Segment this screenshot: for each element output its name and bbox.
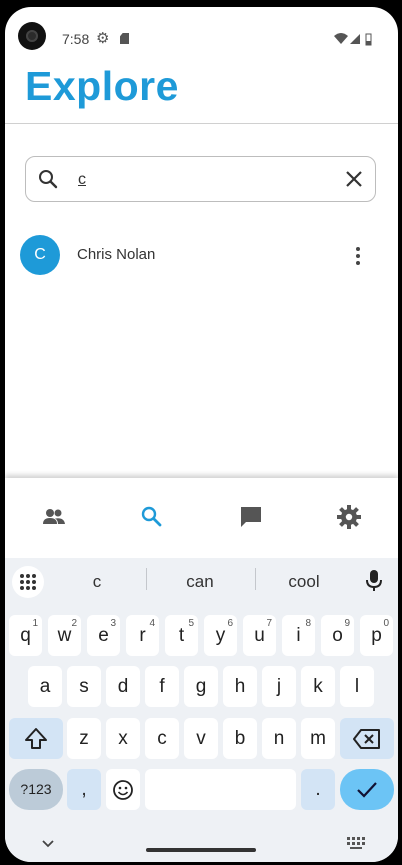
key-z[interactable]: z — [67, 718, 101, 759]
home-handle[interactable] — [146, 848, 256, 852]
key-e[interactable]: 3e — [87, 615, 120, 656]
sd-card-icon — [120, 33, 129, 44]
check-icon — [357, 782, 377, 798]
enter-key[interactable] — [340, 769, 394, 810]
search-bar[interactable] — [25, 156, 376, 202]
phone-frame: 7:58 ⚙ Explore C Chris Nolan — [0, 0, 402, 865]
key-x[interactable]: x — [106, 718, 140, 759]
key-b[interactable]: b — [223, 718, 257, 759]
signal-icon — [350, 34, 360, 44]
key-c[interactable]: c — [145, 718, 179, 759]
battery-icon — [365, 33, 372, 46]
key-y[interactable]: 6y — [204, 615, 237, 656]
key-a[interactable]: a — [28, 666, 62, 707]
space-key[interactable] — [145, 769, 296, 810]
key-s[interactable]: s — [67, 666, 101, 707]
emoji-key[interactable] — [106, 769, 140, 810]
wifi-icon — [334, 33, 348, 44]
key-n[interactable]: n — [262, 718, 296, 759]
suggestion-2[interactable]: can — [170, 572, 230, 592]
settings-icon[interactable] — [336, 504, 362, 530]
emoji-icon — [113, 780, 133, 800]
on-screen-keyboard: c can cool 1q 2w 3e 4r 5t 6y 7u 8i 9o 0p… — [5, 558, 398, 862]
contact-name: Chris Nolan — [77, 246, 156, 263]
avatar: C — [20, 235, 60, 275]
key-l[interactable]: l — [340, 666, 374, 707]
system-navigation-bar — [5, 828, 398, 862]
more-vert-icon[interactable] — [356, 247, 360, 268]
gear-icon: ⚙ — [96, 30, 110, 47]
key-u[interactable]: 7u — [243, 615, 276, 656]
key-v[interactable]: v — [184, 718, 218, 759]
page-title: Explore — [25, 63, 179, 109]
shift-key[interactable] — [9, 718, 63, 759]
key-q[interactable]: 1q — [9, 615, 42, 656]
suggestion-1[interactable]: c — [75, 572, 119, 592]
backspace-icon — [353, 729, 380, 749]
key-p[interactable]: 0p — [360, 615, 393, 656]
search-icon — [38, 169, 58, 194]
backspace-key[interactable] — [340, 718, 394, 759]
key-r[interactable]: 4r — [126, 615, 159, 656]
search-icon[interactable] — [139, 504, 165, 530]
suggestion-3[interactable]: cool — [273, 572, 335, 592]
key-i[interactable]: 8i — [282, 615, 315, 656]
chat-icon[interactable] — [238, 504, 264, 530]
key-d[interactable]: d — [106, 666, 140, 707]
bottom-navigation — [5, 478, 398, 558]
symbols-key[interactable]: ?123 — [9, 769, 63, 810]
key-t[interactable]: 5t — [165, 615, 198, 656]
key-h[interactable]: h — [223, 666, 257, 707]
list-item[interactable]: C Chris Nolan — [5, 231, 398, 283]
close-icon[interactable] — [345, 170, 363, 193]
key-o[interactable]: 9o — [321, 615, 354, 656]
suggestion-divider — [255, 568, 256, 590]
key-m[interactable]: m — [301, 718, 335, 759]
period-key[interactable]: . — [301, 769, 335, 810]
keyboard-menu-icon[interactable] — [12, 566, 44, 598]
key-g[interactable]: g — [184, 666, 218, 707]
key-j[interactable]: j — [262, 666, 296, 707]
key-f[interactable]: f — [145, 666, 179, 707]
keyboard-switch-icon[interactable] — [347, 836, 365, 854]
shift-icon — [25, 728, 47, 749]
people-icon[interactable] — [41, 504, 67, 530]
screen: 7:58 ⚙ Explore C Chris Nolan — [5, 7, 398, 862]
suggestion-bar: c can cool — [5, 558, 398, 604]
chevron-down-icon[interactable] — [41, 836, 55, 854]
front-camera — [18, 22, 46, 50]
search-input[interactable] — [78, 170, 328, 190]
status-icons — [334, 32, 374, 51]
key-w[interactable]: 2w — [48, 615, 81, 656]
key-k[interactable]: k — [301, 666, 335, 707]
header-divider — [5, 123, 398, 124]
status-time: 7:58 — [62, 31, 90, 47]
comma-key[interactable]: , — [67, 769, 101, 810]
microphone-icon[interactable] — [366, 570, 382, 597]
suggestion-divider — [146, 568, 147, 590]
